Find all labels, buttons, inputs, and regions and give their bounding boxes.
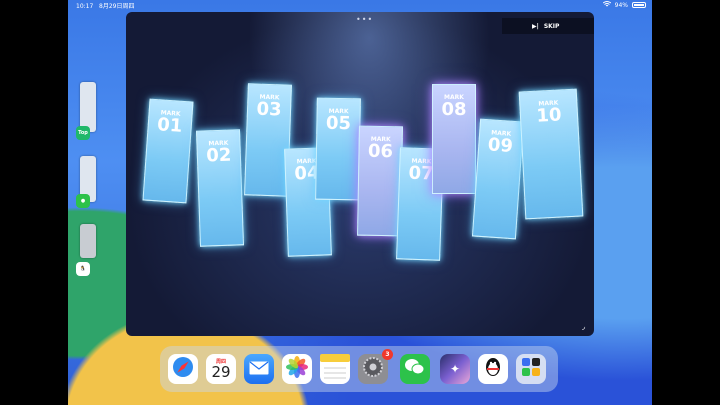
safari-app[interactable] bbox=[168, 354, 198, 384]
battery-icon bbox=[632, 2, 646, 8]
chat-bubbles-icon bbox=[404, 358, 426, 380]
status-right: 94% bbox=[602, 1, 646, 9]
qq-mini-icon[interactable]: 🐧 bbox=[76, 262, 90, 276]
slide-over-thumbnail[interactable] bbox=[80, 82, 96, 132]
card-10[interactable]: MARK 10 bbox=[518, 88, 584, 220]
notes-icon bbox=[320, 354, 350, 388]
settings-badge: 3 bbox=[382, 349, 393, 360]
status-time-date: 10:17 8月29日周四 bbox=[76, 1, 134, 10]
dock: 周四 29 3 ✦ bbox=[160, 346, 558, 392]
envelope-icon bbox=[249, 360, 269, 379]
calendar-app[interactable]: 周四 29 bbox=[206, 354, 236, 384]
wechat-mini-icon[interactable]: ● bbox=[76, 194, 90, 208]
top-app-label: Top bbox=[78, 130, 88, 136]
compass-icon bbox=[172, 356, 194, 382]
slide-over-thumbnail[interactable] bbox=[80, 224, 96, 258]
ipad-screen: 10:17 8月29日周四 94% Top ● 🐧 ••• ▶| SKIP MA… bbox=[68, 0, 652, 405]
settings-app[interactable]: 3 bbox=[358, 349, 393, 384]
app-library-icon bbox=[521, 357, 541, 381]
card-number: 09 bbox=[487, 134, 514, 157]
skip-icon: ▶| bbox=[532, 22, 539, 30]
card-01[interactable]: MARK 01 bbox=[142, 98, 194, 204]
card-number: 10 bbox=[535, 104, 563, 127]
penguin-icon bbox=[484, 356, 502, 382]
game-window[interactable]: ••• ▶| SKIP MARK 01 MARK 02 MARK 03 MARK… bbox=[126, 12, 594, 336]
card-number: 01 bbox=[156, 114, 184, 137]
wifi-icon bbox=[602, 1, 611, 9]
photos-flower-icon bbox=[286, 356, 308, 382]
card-number: 02 bbox=[205, 144, 232, 167]
resize-handle-icon[interactable]: ◞ bbox=[582, 322, 585, 331]
calendar-day: 29 bbox=[211, 363, 231, 381]
card-08[interactable]: MARK 08 bbox=[432, 84, 476, 194]
status-date: 8月29日周四 bbox=[99, 3, 135, 10]
card-02[interactable]: MARK 02 bbox=[195, 129, 245, 247]
card-06[interactable]: MARK 06 bbox=[357, 125, 403, 237]
card-number: 08 bbox=[441, 99, 467, 120]
wechat-app[interactable] bbox=[400, 354, 430, 384]
notes-app[interactable] bbox=[320, 354, 350, 384]
top-app-icon[interactable]: Top bbox=[76, 126, 90, 140]
photos-app[interactable] bbox=[282, 354, 312, 384]
status-time: 10:17 bbox=[76, 3, 94, 10]
card-number: 03 bbox=[256, 98, 282, 121]
card-05[interactable]: MARK 05 bbox=[315, 97, 361, 201]
app-library-folder[interactable] bbox=[516, 354, 546, 384]
qq-app[interactable] bbox=[478, 354, 508, 384]
card-09[interactable]: MARK 09 bbox=[471, 118, 525, 240]
game-character-icon: ✦ bbox=[449, 362, 461, 376]
gear-icon bbox=[362, 356, 384, 382]
card-number: 05 bbox=[325, 112, 352, 135]
mail-app[interactable] bbox=[244, 354, 274, 384]
skip-label: SKIP bbox=[543, 22, 560, 30]
battery-percent: 94% bbox=[614, 1, 628, 9]
game-app[interactable]: ✦ bbox=[440, 354, 470, 384]
skip-button[interactable]: ▶| SKIP bbox=[502, 18, 594, 34]
card-number: 06 bbox=[367, 140, 394, 163]
window-grabber[interactable]: ••• bbox=[356, 15, 373, 24]
